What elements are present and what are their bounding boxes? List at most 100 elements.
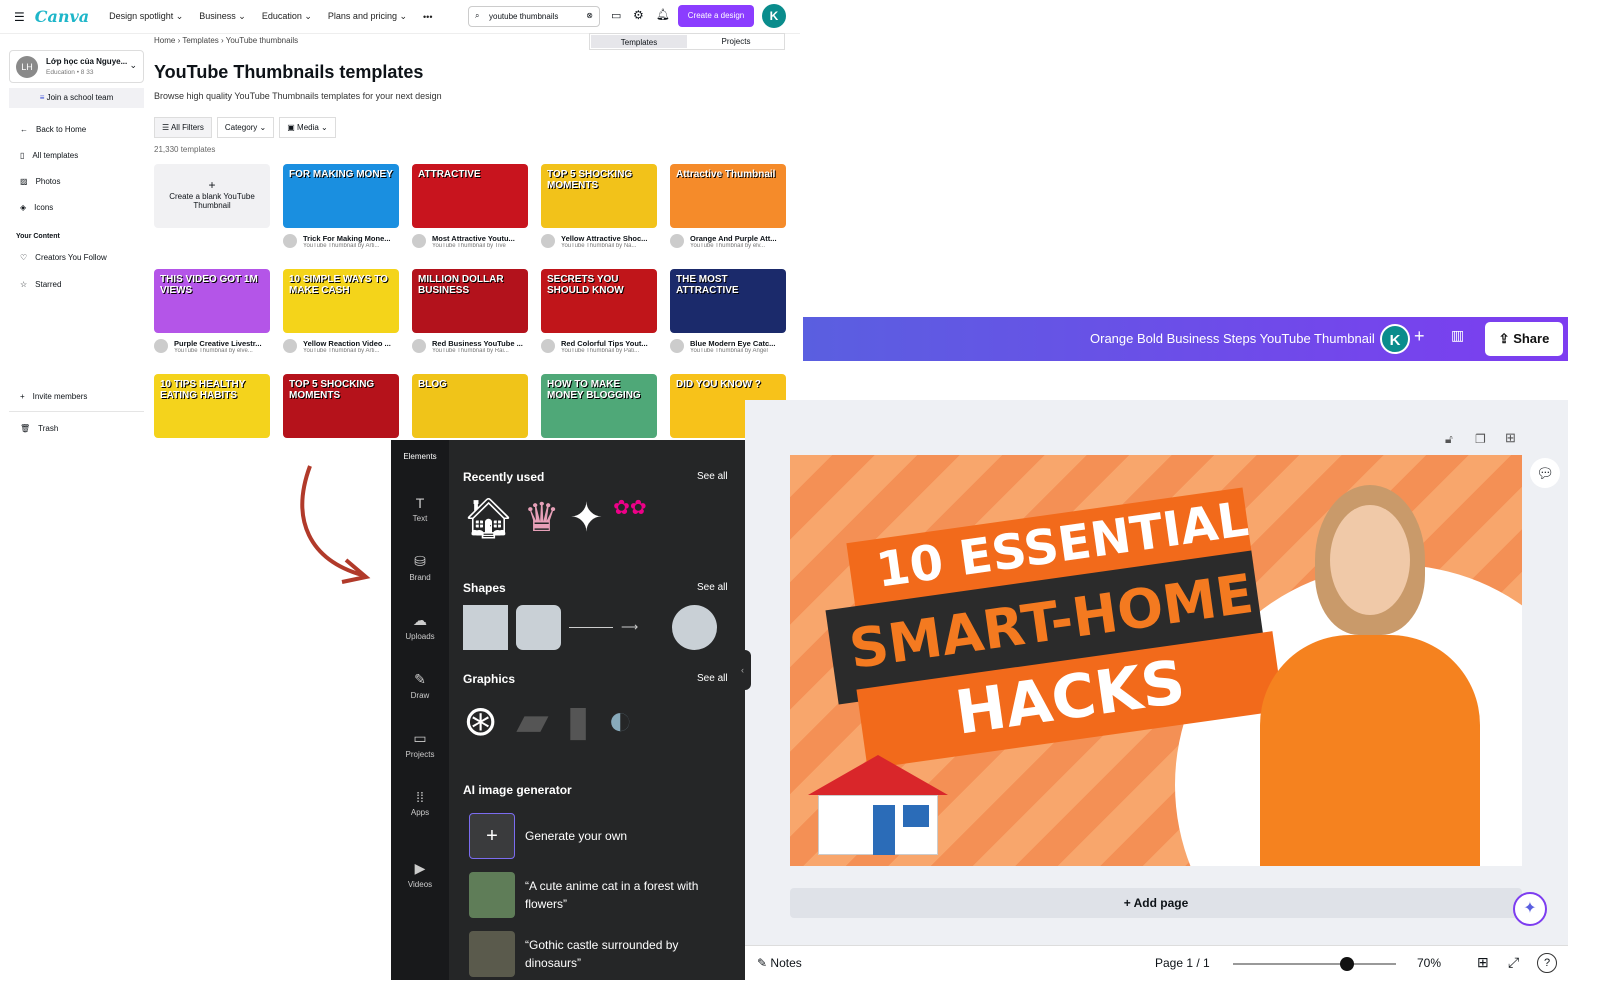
- bug-search-graphic[interactable]: ⊛: [463, 696, 498, 745]
- sidebar-all-templates[interactable]: ▯ All templates: [20, 151, 78, 160]
- rail-brand[interactable]: ⛁ Brand: [391, 553, 449, 582]
- house-graphic[interactable]: 🏠︎: [463, 495, 514, 542]
- template-title[interactable]: Purple Creative Livestr...: [174, 339, 274, 348]
- template-title[interactable]: Yellow Attractive Shoc...: [561, 234, 661, 243]
- template-card[interactable]: 10 SIMPLE WAYS TO MAKE CASH Yellow React…: [283, 269, 403, 354]
- tab-projects[interactable]: Projects: [688, 34, 784, 49]
- template-thumbnail[interactable]: Attractive Thumbnail: [670, 164, 786, 228]
- template-thumbnail[interactable]: HOW TO MAKE MONEY BLOGGING: [541, 374, 657, 438]
- see-all-shapes[interactable]: See all: [697, 582, 728, 593]
- grid-view-icon[interactable]: ⊞: [1477, 954, 1489, 971]
- sidebar-invite[interactable]: + Invite members: [20, 392, 87, 401]
- shape-arrow[interactable]: ⟶: [621, 620, 667, 634]
- template-card[interactable]: TOP 5 SHOCKING MOMENTS: [283, 374, 399, 438]
- help-icon[interactable]: ?: [1537, 953, 1557, 973]
- design-title[interactable]: Orange Bold Business Steps YouTube Thumb…: [1090, 331, 1375, 346]
- template-card[interactable]: Attractive Thumbnail Orange And Purple A…: [670, 164, 790, 249]
- template-thumbnail[interactable]: ATTRACTIVE: [412, 164, 528, 228]
- tab-templates[interactable]: Templates: [591, 35, 687, 48]
- fullscreen-icon[interactable]: ⤢: [1508, 954, 1519, 971]
- sidebar-photos[interactable]: ▨ Photos: [20, 177, 60, 186]
- template-creator[interactable]: YouTube Thumbnail by Arti...: [303, 243, 403, 249]
- add-page-button[interactable]: + Add page: [790, 888, 1522, 918]
- more-icon[interactable]: •••: [423, 12, 432, 22]
- generate-own-item[interactable]: + Generate your own: [469, 813, 719, 859]
- creator-avatar[interactable]: [154, 339, 168, 353]
- nav-plans[interactable]: Plans and pricing ⌄: [328, 11, 407, 22]
- template-title[interactable]: Blue Modern Eye Catc...: [690, 339, 790, 348]
- template-title[interactable]: Yellow Reaction Video ...: [303, 339, 403, 348]
- breadcrumb-home[interactable]: Home: [154, 36, 175, 45]
- create-design-button[interactable]: Create a design: [678, 5, 754, 27]
- template-creator[interactable]: YouTube Thumbnail by Arti...: [303, 348, 403, 354]
- template-card[interactable]: MILLION DOLLAR BUSINESS Red Business You…: [412, 269, 532, 354]
- collaborator-avatar[interactable]: K: [1380, 324, 1410, 354]
- zoom-level[interactable]: 70%: [1417, 956, 1441, 970]
- template-title[interactable]: Orange And Purple Att...: [690, 234, 790, 243]
- nav-business[interactable]: Business ⌄: [199, 11, 246, 22]
- canva-logo[interactable]: Canva: [35, 7, 89, 26]
- rail-draw[interactable]: ✎ Draw: [391, 671, 449, 700]
- template-thumbnail[interactable]: SECRETS YOU SHOULD KNOW: [541, 269, 657, 333]
- sidebar-creators[interactable]: ♡ Creators You Follow: [20, 253, 107, 262]
- color-wheel-graphic[interactable]: ◐: [608, 696, 633, 745]
- lock-icon[interactable]: 🔓︎: [1445, 432, 1453, 447]
- duplicate-icon[interactable]: ❐: [1475, 432, 1486, 446]
- breadcrumb-templates[interactable]: Templates: [182, 36, 218, 45]
- sidebar-back-home[interactable]: ← Back to Home: [20, 125, 86, 134]
- rail-projects[interactable]: ▭ Projects: [391, 730, 449, 759]
- shape-line[interactable]: [569, 627, 613, 628]
- creator-avatar[interactable]: [541, 234, 555, 248]
- sidebar-starred[interactable]: ☆ Starred: [20, 280, 61, 289]
- rail-apps[interactable]: ⁞⁞ Apps: [391, 789, 449, 817]
- join-school-team-button[interactable]: ≡ Join a school team: [9, 88, 144, 108]
- all-filters-button[interactable]: ☰ All Filters: [154, 117, 212, 138]
- template-card[interactable]: FOR MAKING MONEY Trick For Making Mone..…: [283, 164, 403, 249]
- comment-icon[interactable]: 💬︎: [1530, 458, 1560, 488]
- menu-icon[interactable]: ☰: [14, 10, 25, 24]
- template-card[interactable]: HOW TO MAKE MONEY BLOGGING: [541, 374, 657, 438]
- template-thumbnail[interactable]: TOP 5 SHOCKING MOMENTS: [283, 374, 399, 438]
- sidebar-trash[interactable]: 🗑︎ Trash: [20, 424, 58, 433]
- template-creator[interactable]: YouTube Thumbnail by Na...: [561, 243, 661, 249]
- nav-design-spotlight[interactable]: Design spotlight ⌄: [109, 11, 183, 22]
- search-input[interactable]: ⌕ youtube thumbnails ⊗: [468, 6, 600, 27]
- creator-avatar[interactable]: [670, 339, 684, 353]
- collapse-panel-handle[interactable]: ‹: [741, 650, 751, 690]
- zoom-slider[interactable]: [1233, 957, 1396, 971]
- template-card[interactable]: THE MOST ATTRACTIVE Blue Modern Eye Catc…: [670, 269, 790, 354]
- template-creator[interactable]: YouTube Thumbnail by elve...: [174, 348, 274, 354]
- template-creator[interactable]: YouTube Thumbnail by Angel: [690, 348, 790, 354]
- see-all-recent[interactable]: See all: [697, 471, 728, 482]
- crown-graphic[interactable]: ♛: [524, 495, 560, 542]
- nav-education[interactable]: Education ⌄: [262, 11, 312, 22]
- rail-videos[interactable]: ▶ Videos: [391, 860, 449, 889]
- media-dropdown[interactable]: ▣ Media ⌄: [279, 117, 336, 138]
- template-creator[interactable]: YouTube Thumbnail by Pati...: [561, 348, 661, 354]
- template-creator[interactable]: YouTube Thumbnail by elv...: [690, 243, 790, 249]
- bell-icon[interactable]: 🔔︎: [656, 8, 670, 21]
- template-thumbnail[interactable]: THE MOST ATTRACTIVE: [670, 269, 786, 333]
- template-title[interactable]: Red Business YouTube ...: [432, 339, 532, 348]
- desktop-icon[interactable]: ▭: [611, 9, 621, 22]
- creator-avatar[interactable]: [541, 339, 555, 353]
- shape-circle[interactable]: [672, 605, 717, 650]
- template-card[interactable]: TOP 5 SHOCKING MOMENTS Yellow Attractive…: [541, 164, 661, 249]
- template-thumbnail[interactable]: THIS VIDEO GOT 1M VIEWS: [154, 269, 270, 333]
- zoom-slider-handle[interactable]: [1340, 957, 1355, 971]
- shape-square[interactable]: [463, 605, 508, 650]
- share-button[interactable]: ⇪ Share: [1485, 322, 1563, 356]
- category-dropdown[interactable]: Category ⌄: [216, 117, 275, 138]
- template-thumbnail[interactable]: 10 SIMPLE WAYS TO MAKE CASH: [283, 269, 399, 333]
- see-all-graphics[interactable]: See all: [697, 673, 728, 684]
- rail-uploads[interactable]: ☁ Uploads: [391, 612, 449, 641]
- template-title[interactable]: Most Attractive Youtu...: [432, 234, 532, 243]
- add-page-icon[interactable]: ⊞: [1505, 430, 1516, 446]
- creator-avatar[interactable]: [670, 234, 684, 248]
- server-graphic[interactable]: ▰: [516, 696, 548, 745]
- create-blank-card[interactable]: + Create a blank YouTube Thumbnail: [154, 164, 270, 228]
- creator-avatar[interactable]: [283, 234, 297, 248]
- creator-avatar[interactable]: [412, 339, 426, 353]
- shape-rounded-square[interactable]: [516, 605, 561, 650]
- design-canvas[interactable]: 10 ESSENTIAL SMART-HOME HACKS: [790, 455, 1522, 866]
